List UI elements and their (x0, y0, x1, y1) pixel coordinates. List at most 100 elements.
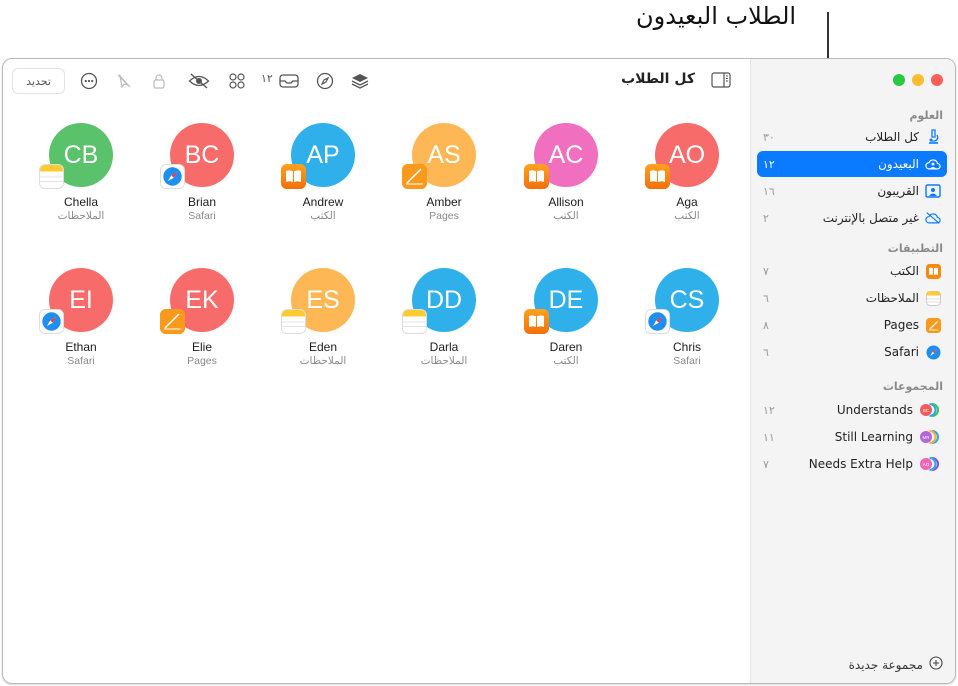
apps-grid-icon[interactable] (227, 71, 247, 91)
svg-text:MR: MR (923, 435, 931, 440)
page-title: كل الطلاب (621, 71, 695, 87)
sidebar-item-offline[interactable]: غير متصل بالإنترنت ٢ (757, 205, 947, 231)
group-understands-icon: BC (919, 402, 941, 418)
sidebar-item-label: البعيدون (878, 157, 919, 171)
toolbar: تحديد ١٢ كل الطلاب (3, 59, 749, 103)
sidebar-item-nearby[interactable]: القريبون ١٦ (757, 178, 947, 204)
books-app-icon (281, 164, 306, 189)
books-app-icon (925, 263, 941, 279)
mute-pointer-icon[interactable] (114, 71, 134, 91)
new-group-button[interactable]: مجموعة جديدة (849, 656, 943, 673)
student-tile[interactable]: CB Chella الملاحظات (26, 123, 136, 222)
sidebar-item-books[interactable]: الكتب ٧ (757, 258, 947, 284)
sidebar-item-notes[interactable]: الملاحظات ٦ (757, 285, 947, 311)
notes-app-icon (402, 309, 427, 334)
student-current-app: Safari (673, 355, 701, 367)
student-avatar: ES (281, 268, 355, 334)
sidebar-item-label: الملاحظات (865, 291, 919, 305)
eye-slash-icon[interactable] (187, 71, 211, 91)
layers-icon[interactable] (350, 71, 370, 91)
student-tile[interactable]: EK Elie Pages (147, 268, 257, 367)
student-current-app: Pages (429, 210, 459, 222)
sidebar-item-group-still-learning[interactable]: MR Still Learning ١١ (757, 424, 947, 450)
select-button[interactable]: تحديد (12, 68, 65, 94)
student-tile[interactable]: DE Daren الكتب (511, 268, 621, 367)
group-needs-extra-help-icon: AO (919, 456, 941, 472)
student-avatar: EK (160, 268, 234, 334)
student-initials: AC (548, 140, 584, 169)
student-name: Aga (676, 195, 698, 209)
student-name: Brian (187, 195, 216, 209)
sidebar-item-count: ٦ (763, 345, 769, 359)
sidebar-item-all-students[interactable]: كل الطلاب ٣٠ (757, 124, 947, 150)
section-apps: التطبيقات (887, 242, 943, 255)
notes-app-icon (281, 309, 306, 334)
student-initials: ES (306, 285, 340, 314)
student-tile[interactable]: DD Darla الملاحظات (389, 268, 499, 367)
student-avatar: AP (281, 123, 355, 189)
sidebar-item-group-understands[interactable]: BC Understands ١٢ (757, 397, 947, 423)
safari-app-icon (925, 344, 941, 360)
student-avatar: BC (160, 123, 234, 189)
sidebar-item-label: Still Learning (834, 430, 913, 444)
student-avatar: AS (402, 123, 476, 189)
sidebar-item-pages[interactable]: Pages ٨ (757, 312, 947, 338)
student-initials: CS (669, 285, 705, 314)
sidebar-item-remote[interactable]: البعيدون ١٢ (757, 151, 947, 177)
svg-text:AO: AO (923, 462, 930, 467)
more-icon[interactable] (79, 71, 99, 91)
sidebar-item-count: ٣٠ (763, 130, 775, 144)
student-tile[interactable]: CS Chris Safari (632, 268, 742, 367)
close-window-button[interactable] (931, 74, 943, 86)
student-tile[interactable]: EI Ethan Safari (26, 268, 136, 367)
inbox-icon[interactable] (277, 71, 301, 91)
student-avatar: AO (645, 123, 719, 189)
student-tile[interactable]: ES Eden الملاحظات (268, 268, 378, 367)
student-current-app: الكتب (674, 210, 700, 222)
student-tile[interactable]: AS Amber Pages (389, 123, 499, 222)
student-current-app: الملاحظات (57, 210, 105, 222)
minimize-window-button[interactable] (912, 74, 924, 86)
student-tile[interactable]: AP Andrew الكتب (268, 123, 378, 222)
sidebar-item-count: ١١ (763, 430, 775, 444)
new-group-label: مجموعة جديدة (848, 657, 923, 672)
section-groups: المجموعات (882, 380, 943, 393)
inbox-count: ١٢ (261, 72, 273, 85)
lock-icon[interactable] (149, 71, 169, 91)
student-current-app: Safari (188, 210, 216, 222)
student-name: Ethan (65, 340, 97, 354)
zoom-window-button[interactable] (893, 74, 905, 86)
callout-label: الطلاب البعيدون (636, 2, 797, 30)
student-name: Chella (63, 195, 99, 209)
student-initials: AS (427, 140, 461, 169)
compass-icon[interactable] (315, 71, 335, 91)
student-initials: AO (668, 140, 706, 169)
student-current-app: Pages (187, 355, 217, 367)
student-initials: AP (306, 140, 340, 169)
sidebar-item-count: ١٢ (763, 403, 775, 417)
classroom-window: تحديد ١٢ كل الطلاب AO Aga الكتب AC Allis… (2, 58, 956, 684)
sidebar-toggle-icon[interactable] (711, 72, 731, 92)
student-tile[interactable]: AO Aga الكتب (632, 123, 742, 222)
pages-app-icon (402, 164, 427, 189)
sidebar-item-group-needs-extra-help[interactable]: AO Needs Extra Help ٧ (757, 451, 947, 477)
student-current-app: الكتب (310, 210, 336, 222)
books-app-icon (524, 164, 549, 189)
nearby-person-icon (925, 183, 941, 199)
offline-cloud-icon (925, 210, 941, 226)
pages-app-icon (160, 309, 185, 334)
student-initials: EK (185, 285, 219, 314)
student-avatar: AC (524, 123, 598, 189)
student-current-app: الملاحظات (299, 355, 347, 367)
student-tile[interactable]: AC Allison الكتب (511, 123, 621, 222)
student-initials: EI (69, 285, 93, 314)
student-current-app: Safari (67, 355, 95, 367)
student-name: Elie (191, 340, 212, 354)
books-app-icon (645, 164, 670, 189)
student-avatar: DD (402, 268, 476, 334)
student-current-app: الملاحظات (420, 355, 468, 367)
notes-app-icon (39, 164, 64, 189)
sidebar-item-label: كل الطلاب (865, 130, 919, 144)
sidebar-item-safari[interactable]: Safari ٦ (757, 339, 947, 365)
student-tile[interactable]: BC Brian Safari (147, 123, 257, 222)
